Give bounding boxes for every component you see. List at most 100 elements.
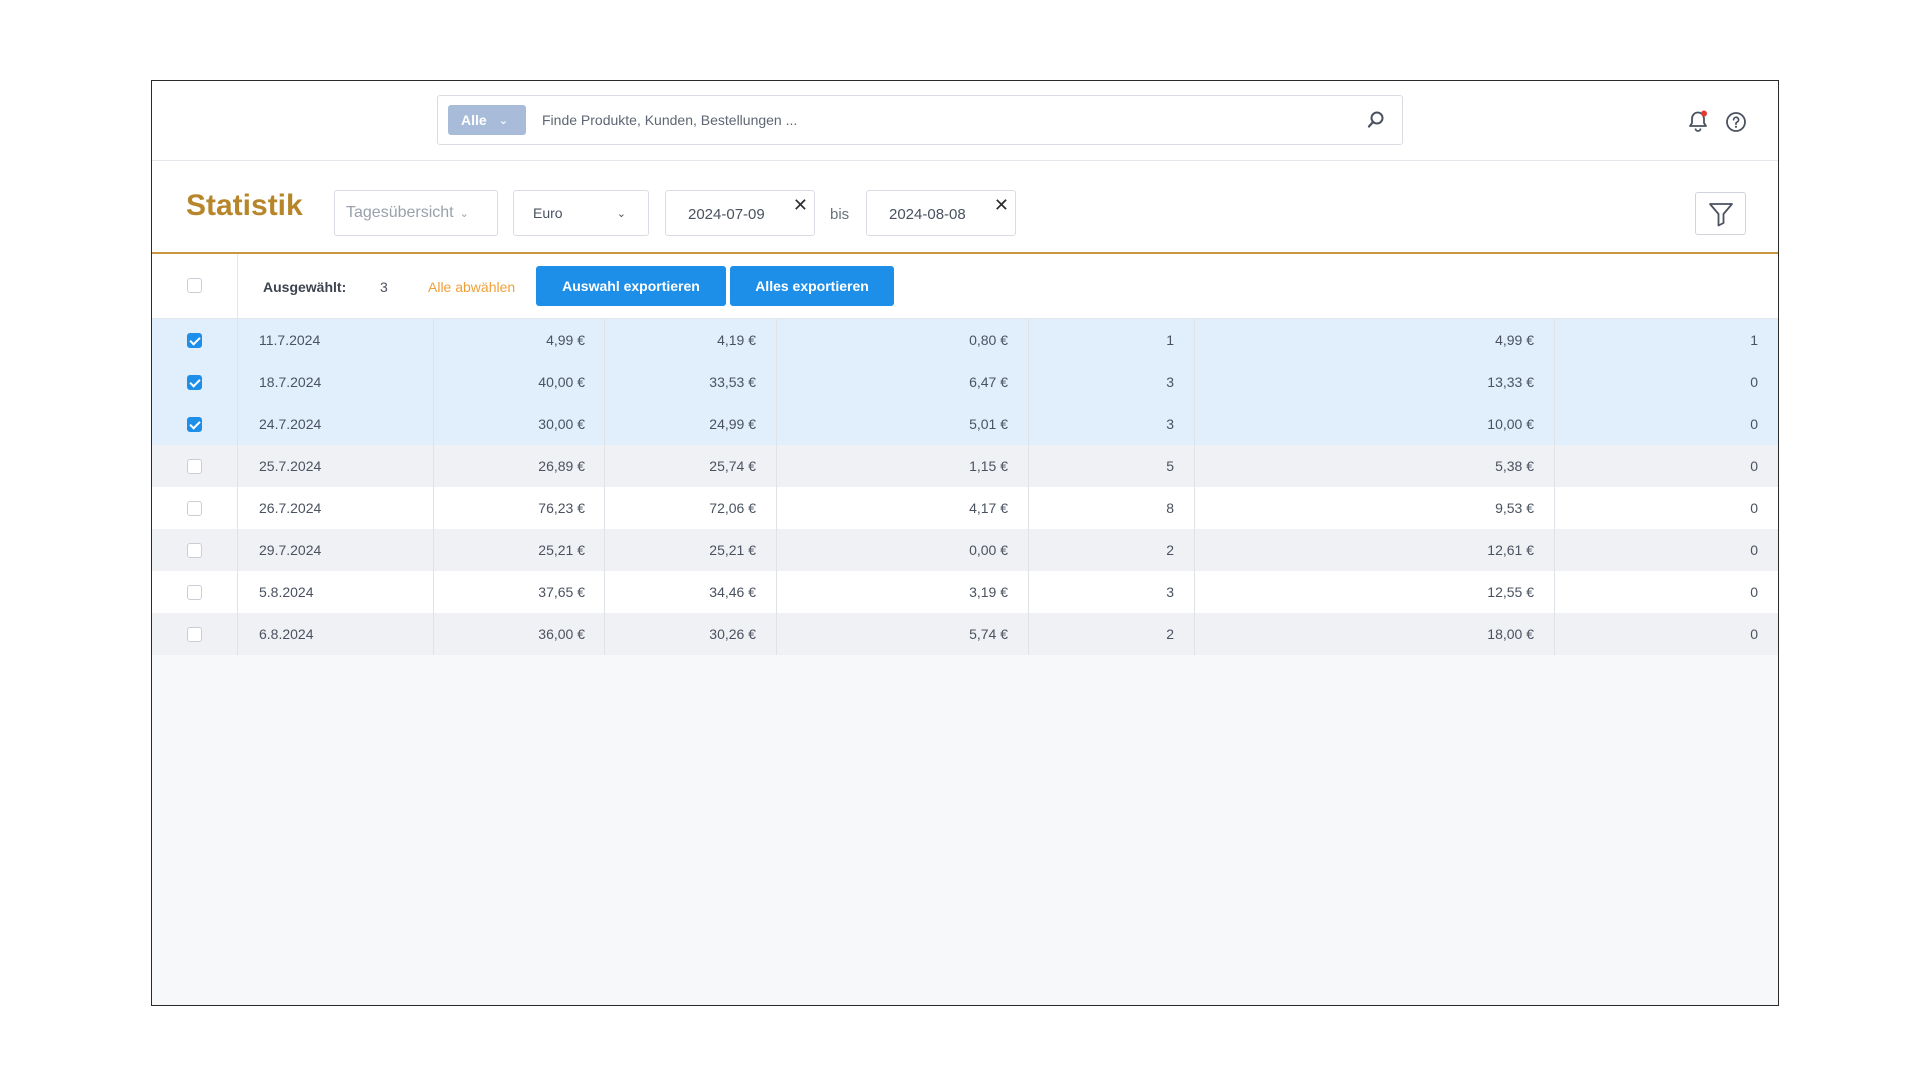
table-row[interactable]: 24.7.2024 30,00 €24,99 €5,01 €3 10,00 € 0: [152, 403, 1778, 445]
cell-average: 13,33 €: [1195, 361, 1555, 403]
cell-net: 25,21 €: [605, 529, 777, 571]
close-icon[interactable]: ✕: [994, 195, 1009, 216]
date-from-value: 2024-07-09: [688, 206, 765, 223]
row-checkbox[interactable]: [187, 416, 202, 432]
cell-average: 5,38 €: [1195, 445, 1555, 487]
row-checkbox[interactable]: [187, 374, 202, 390]
cell-orders: 3: [1029, 571, 1195, 613]
row-checkbox[interactable]: [187, 500, 202, 516]
cell-gross: 26,89 €: [434, 445, 605, 487]
row-checkbox-cell: [152, 361, 238, 403]
row-checkbox-cell: [152, 613, 238, 655]
table-row[interactable]: 11.7.2024 4,99 €4,19 €0,80 €1 4,99 €1: [152, 319, 1778, 361]
cell-net: 24,99 €: [605, 403, 777, 445]
cell-net: 4,19 €: [605, 319, 777, 361]
cell-tax: 4,17 €: [777, 487, 1029, 529]
row-checkbox-cell: [152, 445, 238, 487]
help-icon[interactable]: [1725, 111, 1747, 133]
cell-returns: 0: [1750, 542, 1758, 558]
cell-net: 72,06 €: [605, 487, 777, 529]
cell-date: 11.7.2024: [238, 319, 434, 361]
statistics-toolbar: Statistik Tagesübersicht ⌄ Euro ⌄ 2024-0…: [152, 161, 1778, 254]
search-input[interactable]: Finde Produkte, Kunden, Bestellungen ...: [542, 112, 797, 128]
cell-tax: 5,74 €: [777, 613, 1029, 655]
cell-gross: 4,99 €: [434, 319, 605, 361]
cell-orders: 8: [1029, 487, 1195, 529]
row-checkbox[interactable]: [187, 458, 202, 474]
cell-average: 18,00 €: [1195, 613, 1555, 655]
page-title: Statistik: [186, 189, 303, 222]
cell-date: 26.7.2024: [238, 487, 434, 529]
cell-date: 25.7.2024: [238, 445, 434, 487]
cell-average: 12,55 €: [1195, 571, 1555, 613]
table-row[interactable]: 29.7.2024 25,21 €25,21 €0,00 €2 12,61 €0: [152, 529, 1778, 571]
view-mode-select[interactable]: Tagesübersicht ⌄: [334, 190, 498, 236]
selected-count: 3: [380, 279, 388, 295]
cell-tax: 6,47 €: [777, 361, 1029, 403]
select-all-checkbox[interactable]: [187, 278, 202, 293]
bell-icon[interactable]: [1686, 109, 1710, 133]
cell-gross: 36,00 €: [434, 613, 605, 655]
row-checkbox-cell: [152, 571, 238, 613]
cell-gross: 25,21 €: [434, 529, 605, 571]
filter-button[interactable]: [1695, 192, 1746, 235]
search-scope-select[interactable]: Alle ⌄: [448, 105, 526, 135]
cell-tax: 3,19 €: [777, 571, 1029, 613]
currency-select[interactable]: Euro ⌄: [513, 190, 649, 236]
cell-date: 5.8.2024: [238, 571, 434, 613]
deselect-all-link[interactable]: Alle abwählen: [428, 279, 515, 295]
date-from-field[interactable]: 2024-07-09 ✕: [665, 190, 815, 236]
cell-gross: 30,00 €: [434, 403, 605, 445]
select-all-cell: [152, 254, 238, 318]
chevron-down-icon: ⌄: [498, 114, 508, 127]
row-checkbox[interactable]: [187, 626, 202, 642]
cell-returns: 0: [1750, 374, 1758, 390]
row-checkbox-cell: [152, 319, 238, 361]
cell-tax: 0,00 €: [777, 529, 1029, 571]
table-row[interactable]: 5.8.2024 37,65 €34,46 €3,19 €3 12,55 € 0: [152, 571, 1778, 613]
cell-average: 10,00 €: [1195, 403, 1555, 445]
export-selected-button[interactable]: Auswahl exportieren: [536, 266, 726, 306]
cell-gross: 40,00 €: [434, 361, 605, 403]
row-checkbox[interactable]: [187, 584, 202, 600]
row-checkbox[interactable]: [187, 542, 202, 558]
table-row[interactable]: 25.7.2024 26,89 €25,74 €1,15 €5 5,38 € 0: [152, 445, 1778, 487]
row-checkbox[interactable]: [187, 332, 202, 348]
date-to-field[interactable]: 2024-08-08 ✕: [866, 190, 1016, 236]
cell-net: 25,74 €: [605, 445, 777, 487]
search-icon[interactable]: [1366, 110, 1386, 130]
cell-returns: 1: [1750, 332, 1758, 348]
cell-gross: 76,23 €: [434, 487, 605, 529]
cell-returns: 0: [1750, 626, 1758, 642]
cell-returns: 0: [1750, 458, 1758, 474]
chevron-down-icon: ⌄: [616, 208, 626, 220]
cell-tax: 1,15 €: [777, 445, 1029, 487]
cell-date: 24.7.2024: [238, 403, 434, 445]
cell-orders: 5: [1029, 445, 1195, 487]
row-checkbox-cell: [152, 403, 238, 445]
cell-orders: 3: [1029, 403, 1195, 445]
table-row[interactable]: 6.8.2024 36,00 €30,26 €5,74 €2 18,00 € 0: [152, 613, 1778, 655]
cell-returns: 0: [1750, 416, 1758, 432]
table-row[interactable]: 26.7.2024 76,23 €72,06 €4,17 €8 9,53 € 0: [152, 487, 1778, 529]
statistics-table: 11.7.2024 4,99 €4,19 €0,80 €1 4,99 €1 18.7.…: [152, 319, 1778, 655]
global-search[interactable]: Alle ⌄ Finde Produkte, Kunden, Bestellun…: [437, 95, 1403, 145]
cell-date: 29.7.2024: [238, 529, 434, 571]
cell-average: 4,99 €: [1195, 319, 1555, 361]
close-icon[interactable]: ✕: [793, 195, 808, 216]
cell-returns: 0: [1750, 500, 1758, 516]
cell-date: 18.7.2024: [238, 361, 434, 403]
cell-tax: 5,01 €: [777, 403, 1029, 445]
cell-orders: 3: [1029, 361, 1195, 403]
date-range-separator: bis: [830, 206, 850, 223]
cell-orders: 2: [1029, 529, 1195, 571]
cell-orders: 2: [1029, 613, 1195, 655]
cell-average: 12,61 €: [1195, 529, 1555, 571]
export-all-button[interactable]: Alles exportieren: [730, 266, 894, 306]
table-row[interactable]: 18.7.2024 40,00 €33,53 €6,47 €3 13,33 € 0: [152, 361, 1778, 403]
selection-bar: Ausgewählt: 3 Alle abwählen Auswahl expo…: [152, 254, 1778, 319]
selected-label: Ausgewählt:: [263, 279, 347, 295]
funnel-icon: [1708, 202, 1733, 226]
date-to-value: 2024-08-08: [889, 206, 966, 223]
cell-net: 34,46 €: [605, 571, 777, 613]
